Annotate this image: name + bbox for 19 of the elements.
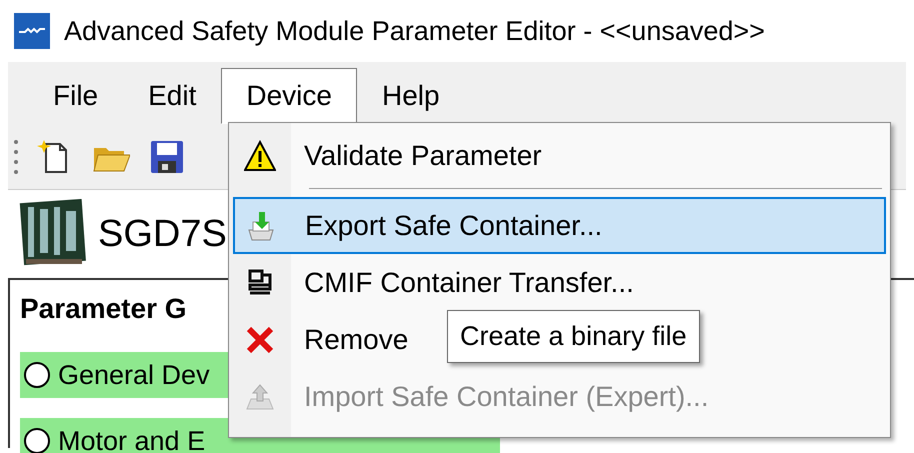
menu-item[interactable]: Edit	[123, 68, 222, 124]
tooltip: Create a binary file	[447, 310, 700, 362]
app-icon	[14, 13, 50, 49]
menu-item[interactable]: Validate Parameter	[233, 127, 543, 184]
menu-item[interactable]: Remove	[233, 311, 410, 368]
radio-button[interactable]	[24, 428, 50, 453]
menu-item[interactable]: Export Safe Container...	[233, 197, 886, 254]
menu-item[interactable]: Device	[221, 68, 357, 124]
menu-item[interactable]: File	[28, 68, 124, 124]
panel-title: Parameter G	[20, 292, 188, 326]
window-title: Advanced Safety Module Parameter Editor - <<unsaved>>	[64, 14, 765, 48]
toolbar-grip-icon[interactable]	[14, 138, 18, 176]
menu-item[interactable]: Help	[356, 68, 465, 124]
device-name: SGD7S	[98, 212, 227, 256]
menu-item[interactable]: CMIF Container Transfer...	[233, 254, 635, 311]
radio-button[interactable]	[24, 362, 50, 388]
group-label: Motor and E	[58, 424, 206, 453]
warning-icon	[244, 140, 276, 172]
group-label: General Dev	[58, 358, 210, 392]
